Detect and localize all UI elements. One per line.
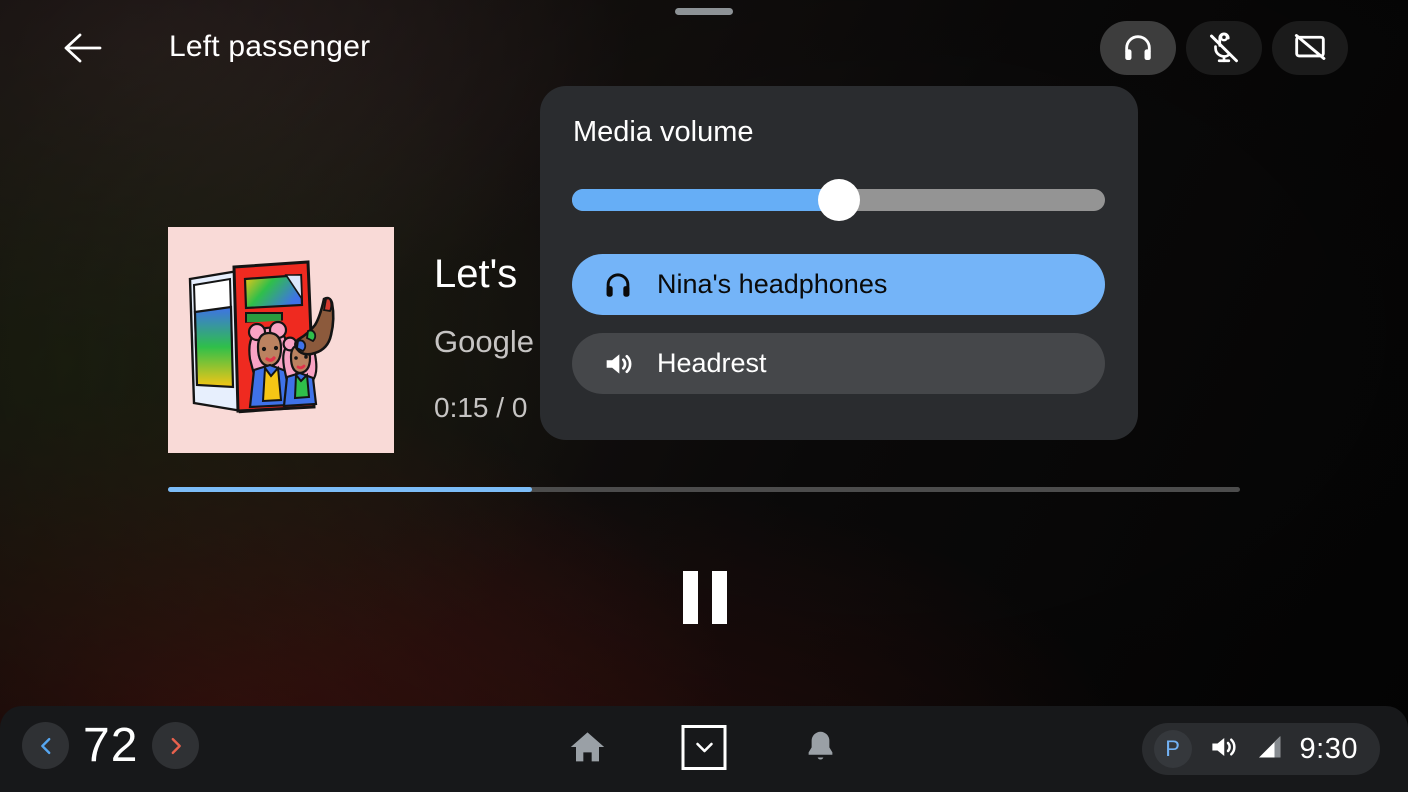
slider-thumb[interactable] <box>817 179 860 221</box>
album-art-illustration <box>168 227 394 453</box>
home-icon <box>570 732 605 762</box>
slider-fill <box>572 189 839 211</box>
app-drawer-button[interactable] <box>681 724 727 770</box>
media-progress-bar[interactable] <box>168 487 1240 492</box>
headphones-icon <box>1125 35 1151 61</box>
mic-off-icon <box>1210 32 1238 63</box>
chevron-right-icon <box>171 737 181 754</box>
app-bar: Left passenger <box>0 0 1408 96</box>
screen-off-toggle[interactable] <box>1272 21 1348 75</box>
screen-off-icon <box>1294 34 1326 60</box>
temperature-decrease-button[interactable] <box>22 722 69 769</box>
status-pill[interactable]: P 9:30 <box>1141 723 1380 775</box>
device-option-headphones[interactable]: Nina's headphones <box>572 254 1105 315</box>
media-screen: Left passenger Let's Google 0:15 / 0 Med… <box>0 0 1408 792</box>
album-art <box>168 227 394 453</box>
volume-panel-title: Media volume <box>573 116 754 148</box>
headphones-toggle[interactable] <box>1100 21 1176 75</box>
header-button-group <box>1100 21 1348 75</box>
mic-off-toggle[interactable] <box>1186 21 1262 75</box>
clock: 9:30 <box>1299 732 1358 765</box>
gear-indicator: P <box>1153 730 1192 768</box>
device-option-headrest[interactable]: Headrest <box>572 333 1105 394</box>
navigation-buttons <box>564 724 845 770</box>
headphones-icon <box>601 268 635 302</box>
notifications-button[interactable] <box>797 724 845 770</box>
pause-icon-bar-left <box>683 570 698 624</box>
device-label: Nina's headphones <box>657 269 888 299</box>
arrow-left-icon <box>64 33 102 63</box>
temperature-value: 72 <box>83 719 139 772</box>
media-volume-slider[interactable] <box>572 179 1105 221</box>
back-button[interactable] <box>54 22 112 74</box>
device-label: Headrest <box>657 348 767 378</box>
output-device-list: Nina's headphones Headrest <box>572 254 1105 412</box>
home-button[interactable] <box>564 724 612 770</box>
speaker-icon <box>1208 732 1238 767</box>
temperature-increase-button[interactable] <box>152 722 200 769</box>
system-bar: 72 P 9:30 <box>0 706 1408 792</box>
media-progress-fill <box>168 487 533 492</box>
pause-button[interactable] <box>673 565 737 629</box>
temperature-control: 72 <box>22 719 200 772</box>
chevron-down-icon <box>695 742 713 753</box>
speaker-icon <box>601 347 635 381</box>
signal-bars-icon <box>1254 732 1284 767</box>
chevron-left-icon <box>40 737 50 754</box>
media-volume-panel: Media volume Nina's headphones Headrest <box>540 86 1138 440</box>
page-title: Left passenger <box>169 30 371 63</box>
bell-icon <box>808 731 833 760</box>
pause-icon-bar-right <box>712 570 727 624</box>
